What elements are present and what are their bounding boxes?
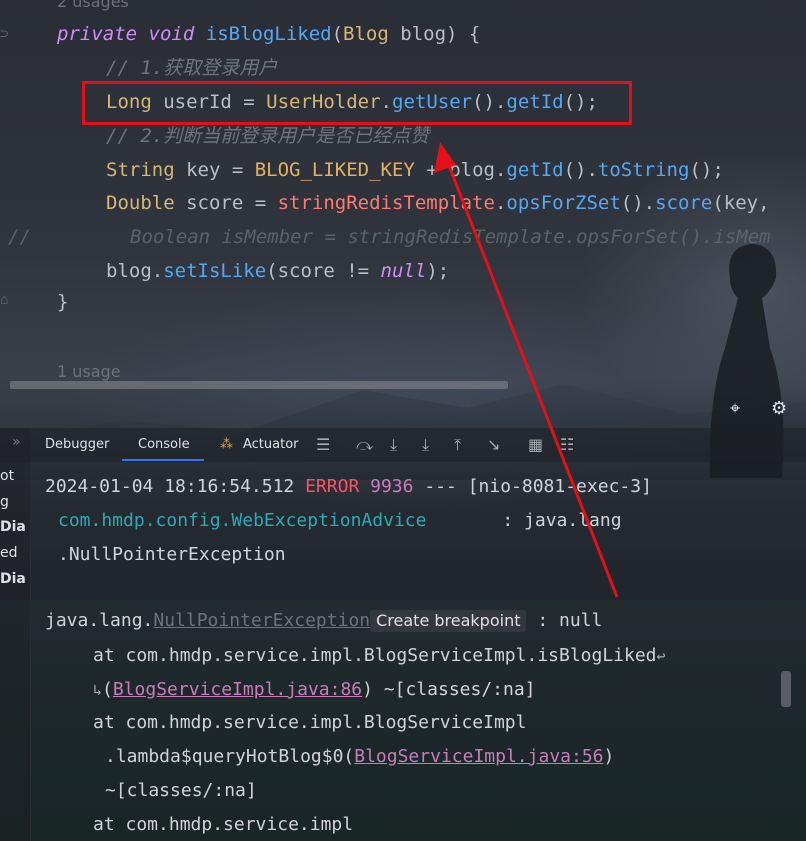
vertical-scrollbar[interactable]	[781, 671, 791, 707]
code-line-key: String key = BLOG_LIKED_KEY + blog.getId…	[106, 159, 724, 181]
code-closing-brace: }	[57, 291, 69, 313]
menu-icon[interactable]: ☰	[316, 435, 330, 454]
threads-icon[interactable]: ☷	[560, 435, 574, 454]
code-comment: // 2.判断当前登录用户是否已经点赞	[106, 125, 430, 147]
log-line: 2024-01-04 18:16:54.512 ERROR 9936 --- […	[45, 476, 652, 497]
exception-line: java.lang.NullPointerException Create bre…	[45, 610, 603, 632]
code-line-setislike: blog.setIsLike(score != null);	[106, 260, 450, 282]
step-out-icon[interactable]: ⤒	[454, 435, 461, 455]
force-step-into-icon[interactable]: ⤓	[422, 435, 429, 455]
stack-frame: at com.hmdp.service.impl	[93, 814, 354, 835]
usage-hint[interactable]: 2 usages	[57, 0, 129, 11]
actuator-icon: ⁂	[220, 437, 233, 452]
left-strip-text: Dia	[0, 571, 26, 587]
stack-frame: .lambda$queryHotBlog$0(BlogServiceImpl.j…	[105, 746, 615, 767]
soft-wrap-icon: ↳	[93, 681, 103, 699]
gutter-fold-icon[interactable]: ⊃	[0, 26, 8, 42]
stack-frame: at com.hmdp.service.impl.BlogServiceImpl	[93, 712, 527, 733]
active-tab-indicator	[122, 459, 204, 461]
code-line-signature: private void isBlogLiked(Blog blog) {	[57, 23, 481, 45]
code-line-commented: Boolean isMember = stringRedisTemplate.o…	[130, 226, 771, 248]
log-logger-line: com.hmdp.config.WebExceptionAdvice : jav…	[58, 510, 622, 531]
code-comment: // 1.获取登录用户	[106, 57, 278, 79]
soft-wrap-icon: ↩	[656, 647, 666, 665]
step-into-icon[interactable]: ⤓	[390, 435, 397, 455]
tab-console[interactable]: Console	[138, 437, 190, 452]
usage-hint[interactable]: 1 usage	[57, 362, 121, 381]
code-line-score: Double score = stringRedisTemplate.opsFo…	[106, 192, 770, 214]
create-breakpoint-button[interactable]: Create breakpoint	[370, 610, 527, 632]
step-over-icon[interactable]: ⤼	[356, 435, 373, 455]
tab-actuator[interactable]: Actuator	[243, 437, 299, 452]
tab-debugger[interactable]: Debugger	[45, 437, 109, 452]
exception-link[interactable]: NullPointerException	[153, 610, 370, 631]
source-link[interactable]: BlogServiceImpl.java:86	[113, 679, 362, 700]
log-message-line: .NullPointerException	[58, 544, 286, 565]
gear-icon[interactable]: ⚙	[771, 398, 787, 419]
debug-toolbar: Debugger Console ⁂ Actuator ☰ ⤼ ⤓ ⤓ ⤒ ↘ …	[0, 428, 806, 462]
left-strip-text: Dia	[0, 519, 26, 535]
highlight-annotation-box	[82, 81, 632, 125]
gutter-comment-marker: //	[8, 226, 31, 248]
left-strip-text: g	[0, 494, 9, 510]
stack-frame: at com.hmdp.service.impl.BlogServiceImpl…	[93, 645, 666, 666]
frames-icon[interactable]: ▦	[528, 435, 543, 454]
horizontal-scrollbar[interactable]	[10, 381, 508, 389]
left-strip-text: ed	[0, 545, 18, 561]
crosshair-icon[interactable]: ⌖	[730, 398, 740, 419]
source-link[interactable]: BlogServiceImpl.java:56	[354, 746, 603, 767]
code-editor[interactable]: ⊃ ⌂ 2 usages private void isBlogLiked(Bl…	[0, 0, 806, 419]
left-strip-text: ot	[0, 468, 15, 484]
run-to-cursor-icon[interactable]: ↘	[487, 435, 500, 454]
gutter-fold-icon[interactable]: ⌂	[0, 292, 8, 308]
stack-frame: ~[classes/:na]	[105, 780, 257, 801]
left-panel-strip: » ot g Dia ed Dia	[0, 428, 31, 841]
stack-frame: ↳(BlogServiceImpl.java:86) ~[classes/:na…	[93, 679, 536, 700]
